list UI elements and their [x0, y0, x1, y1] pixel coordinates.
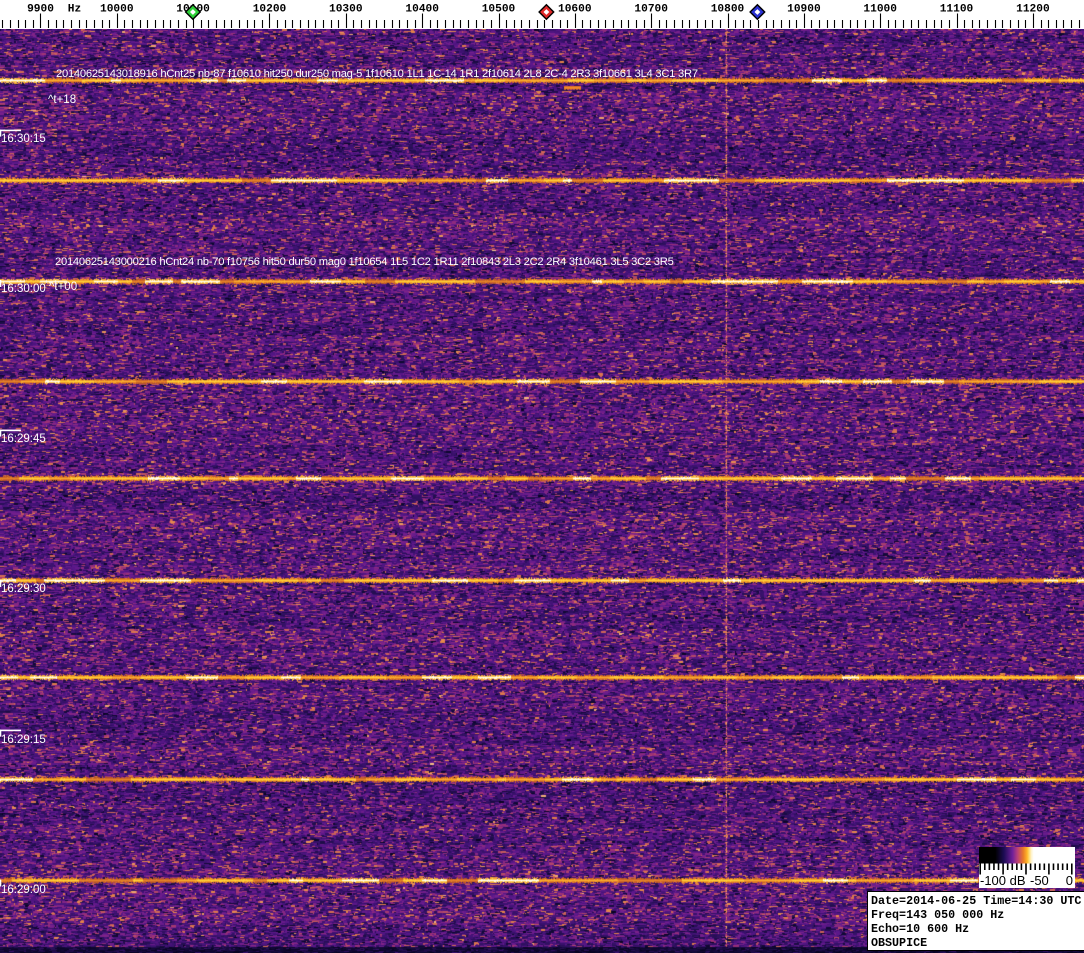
svg-text:10400: 10400	[405, 4, 439, 16]
svg-text:10700: 10700	[634, 4, 668, 16]
svg-text:10000: 10000	[100, 4, 134, 16]
svg-text:9900: 9900	[27, 4, 54, 16]
svg-text:Hz: Hz	[68, 4, 81, 16]
svg-text:10800: 10800	[711, 4, 745, 16]
svg-text:10200: 10200	[253, 4, 287, 16]
svg-text:10600: 10600	[558, 4, 592, 16]
svg-text:10300: 10300	[329, 4, 363, 16]
svg-text:10500: 10500	[482, 4, 516, 16]
svg-text:11200: 11200	[1016, 4, 1050, 16]
svg-text:11100: 11100	[940, 4, 974, 16]
svg-text:10900: 10900	[787, 4, 821, 16]
svg-text:11000: 11000	[863, 4, 897, 16]
